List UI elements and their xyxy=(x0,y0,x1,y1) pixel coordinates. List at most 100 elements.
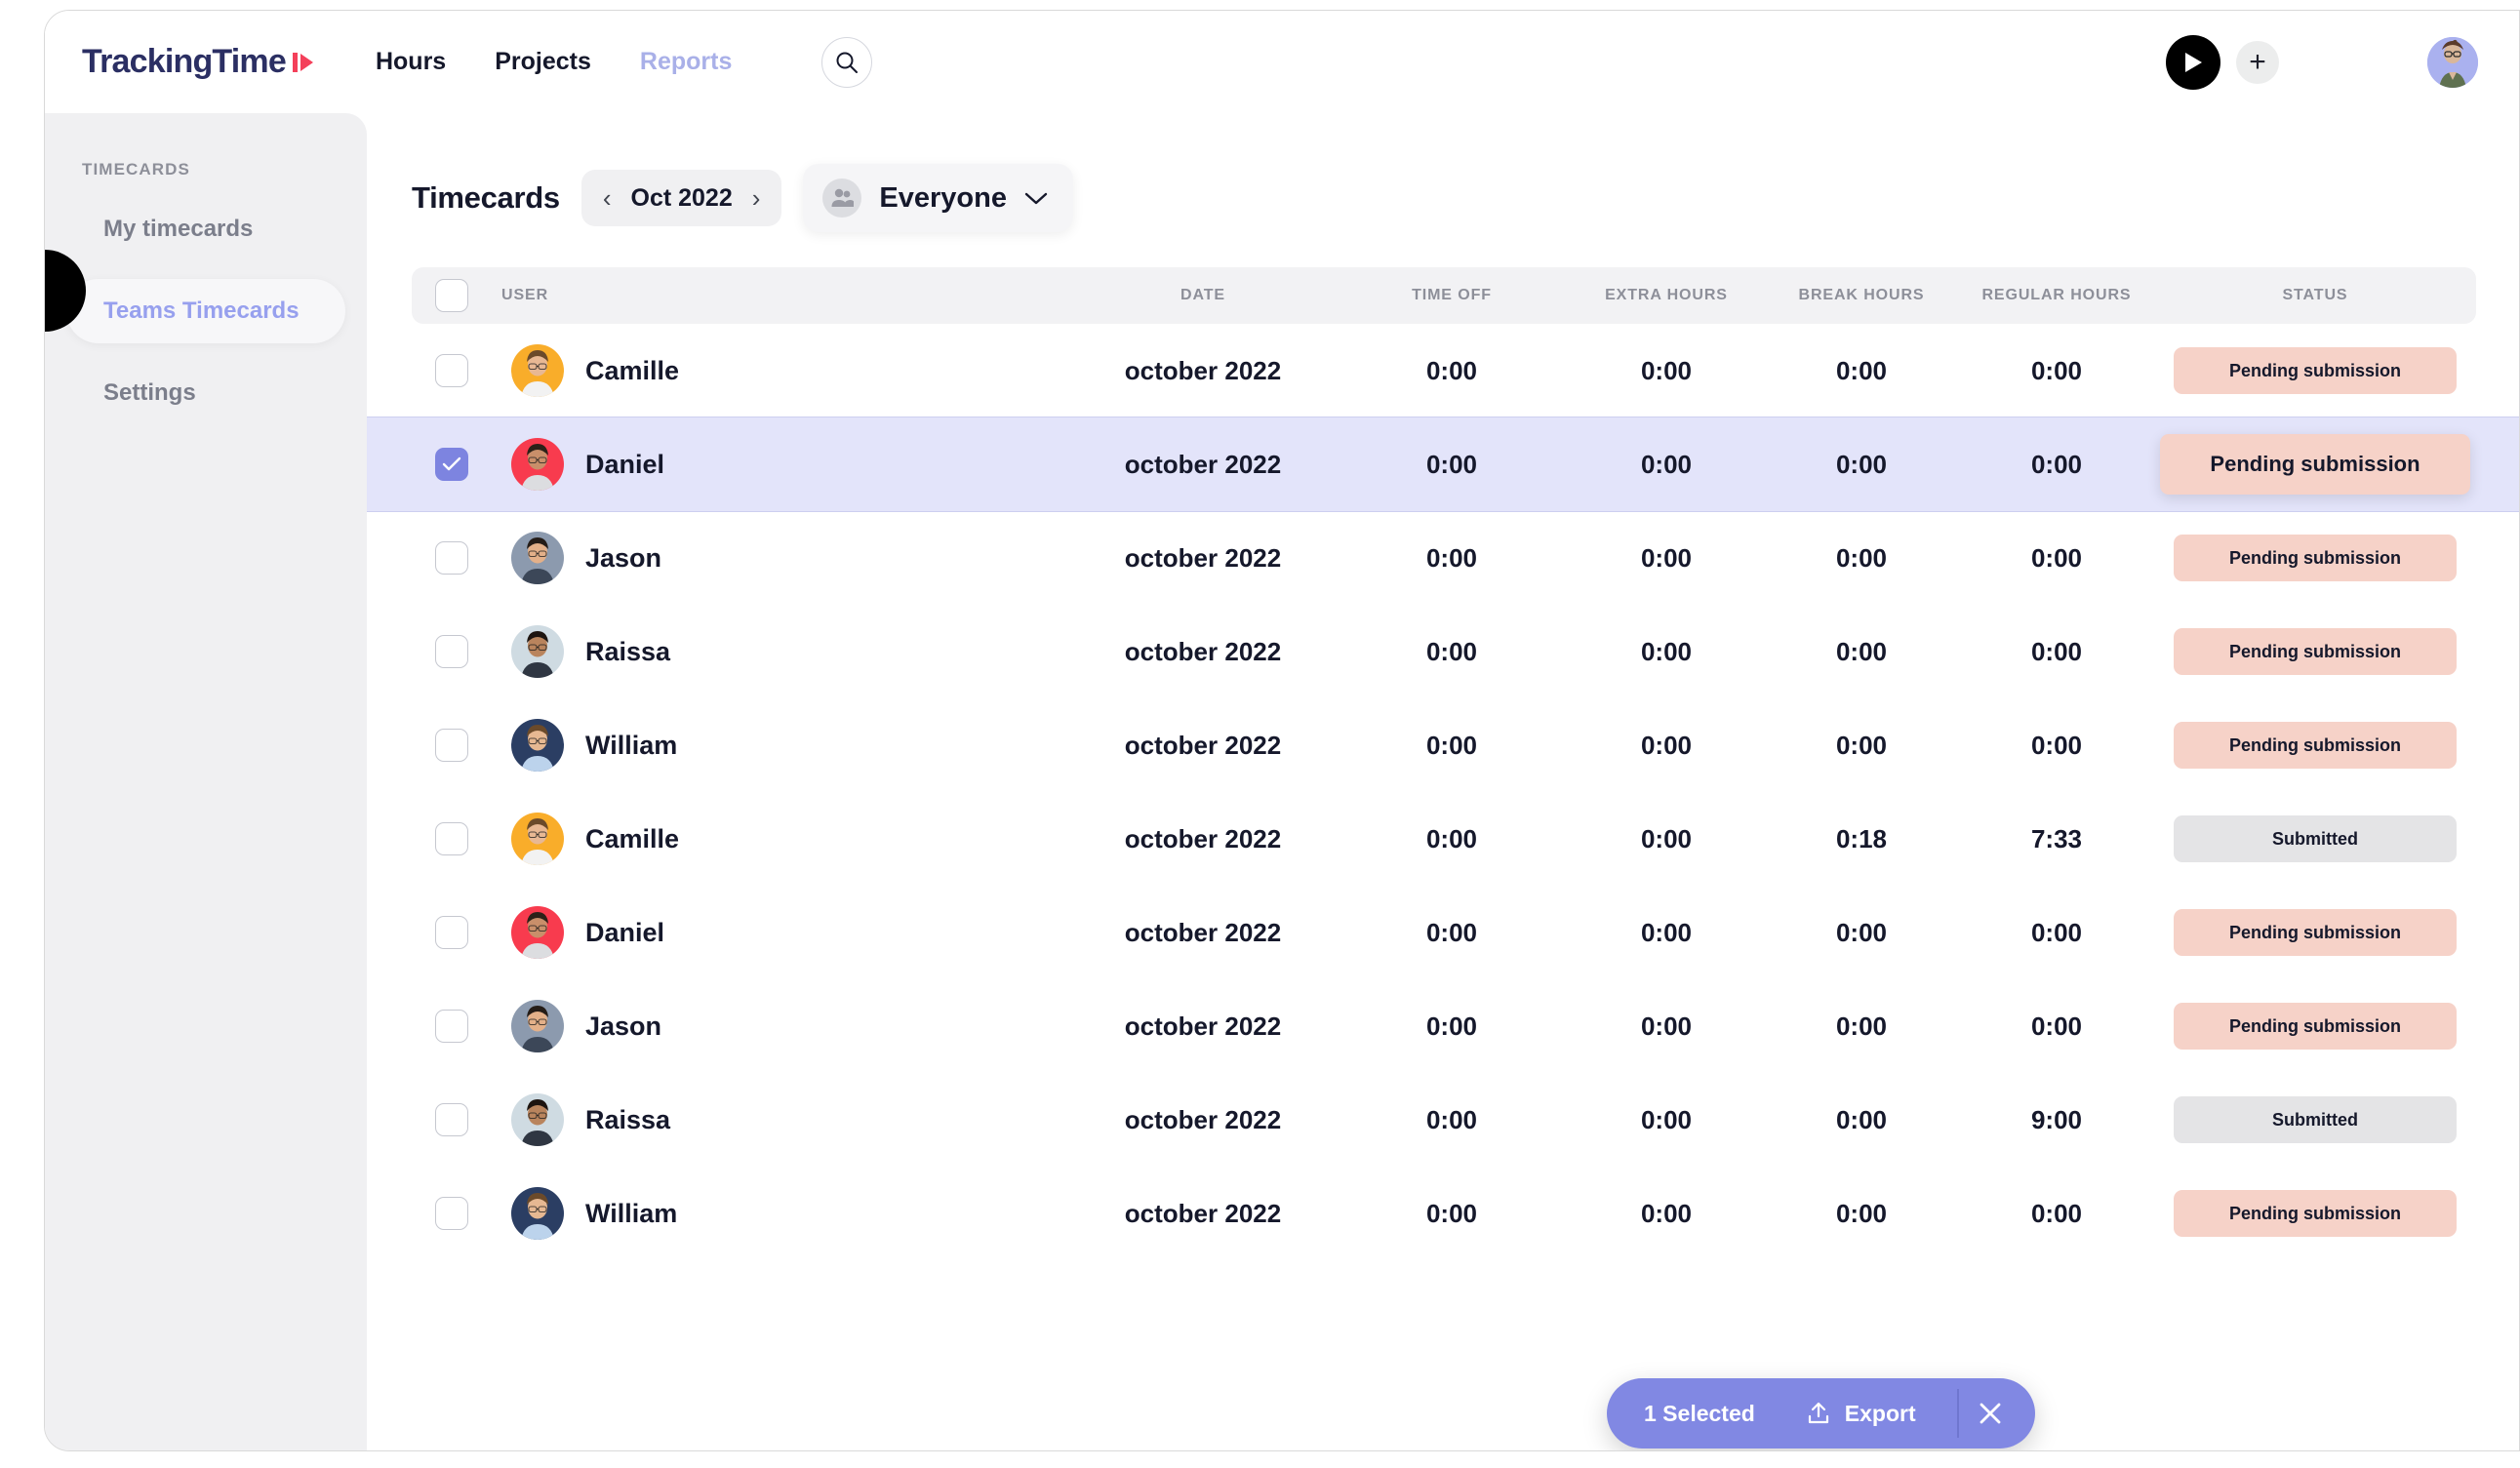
chevron-down-icon[interactable] xyxy=(1024,191,1048,205)
people-filter-dropdown[interactable]: Everyone xyxy=(803,164,1073,232)
status-cell: Pending submission xyxy=(2154,434,2476,495)
main-content: Timecards ‹ Oct 2022 › Everyone USER DAT… xyxy=(367,113,2519,1450)
brand-name: TrackingTime xyxy=(82,43,287,80)
status-badge[interactable]: Pending submission xyxy=(2174,535,2457,581)
table-row[interactable]: William october 2022 0:00 0:00 0:00 0:00… xyxy=(412,1167,2476,1260)
row-checkbox-cell xyxy=(412,729,492,762)
status-badge[interactable]: Pending submission xyxy=(2174,347,2457,394)
column-header-time-off[interactable]: TIME OFF xyxy=(1335,287,1569,304)
status-badge[interactable]: Submitted xyxy=(2174,1096,2457,1143)
break-hours-cell: 0:00 xyxy=(1835,355,1888,385)
break-hours-cell: 0:00 xyxy=(1835,1011,1888,1041)
break-hours-cell: 0:00 xyxy=(1835,542,1888,573)
table-row[interactable]: William october 2022 0:00 0:00 0:00 0:00… xyxy=(412,698,2476,792)
user-cell: Jason xyxy=(492,1000,1071,1052)
row-checkbox[interactable] xyxy=(435,729,468,762)
plus-icon[interactable]: + xyxy=(2236,40,2279,84)
chevron-right-icon[interactable]: › xyxy=(752,185,761,211)
status-badge[interactable]: Pending submission xyxy=(2174,909,2457,956)
time-off-cell: 0:00 xyxy=(1425,823,1478,853)
break-hours-cell: 0:00 xyxy=(1835,449,1888,479)
chevron-left-icon[interactable]: ‹ xyxy=(603,185,612,211)
row-checkbox[interactable] xyxy=(435,541,468,575)
table-row[interactable]: Daniel october 2022 0:00 0:00 0:00 0:00 … xyxy=(412,886,2476,979)
table-row[interactable]: Daniel october 2022 0:00 0:00 0:00 0:00 … xyxy=(367,417,2519,511)
user-cell: William xyxy=(492,1187,1071,1240)
table-row[interactable]: Camille october 2022 0:00 0:00 0:00 0:00… xyxy=(412,324,2476,417)
break-hours-cell: 0:18 xyxy=(1835,823,1888,853)
column-header-status[interactable]: STATUS xyxy=(2154,287,2476,304)
user-cell: Camille xyxy=(492,344,1071,397)
user-name: Raissa xyxy=(585,636,671,666)
table-row[interactable]: Jason october 2022 0:00 0:00 0:00 0:00 P… xyxy=(412,511,2476,605)
row-checkbox[interactable] xyxy=(435,448,468,481)
avatar xyxy=(511,1093,564,1146)
date-cell: october 2022 xyxy=(1124,730,1282,760)
sidebar-item-label: Settings xyxy=(103,379,196,406)
row-checkbox[interactable] xyxy=(435,916,468,949)
sidebar-item-my-timecards[interactable]: My timecards xyxy=(66,197,345,261)
upload-icon xyxy=(1806,1401,1831,1426)
column-header-regular-hours[interactable]: REGULAR HOURS xyxy=(1959,287,2154,304)
table-row[interactable]: Raissa october 2022 0:00 0:00 0:00 9:00 … xyxy=(412,1073,2476,1167)
status-badge[interactable]: Pending submission xyxy=(2174,628,2457,675)
column-header-extra-hours[interactable]: EXTRA HOURS xyxy=(1569,287,1764,304)
extra-hours-cell: 0:00 xyxy=(1640,355,1693,385)
table-row[interactable]: Camille october 2022 0:00 0:00 0:18 7:33… xyxy=(412,792,2476,886)
table-row[interactable]: Jason october 2022 0:00 0:00 0:00 0:00 P… xyxy=(412,979,2476,1073)
status-badge[interactable]: Pending submission xyxy=(2174,722,2457,769)
row-checkbox[interactable] xyxy=(435,1103,468,1136)
column-header-break-hours[interactable]: BREAK HOURS xyxy=(1764,287,1959,304)
row-checkbox-cell xyxy=(412,822,492,855)
row-checkbox[interactable] xyxy=(435,1197,468,1230)
close-icon[interactable] xyxy=(1959,1382,2021,1445)
user-cell: Raissa xyxy=(492,625,1071,678)
status-cell: Pending submission xyxy=(2154,909,2476,956)
search-icon[interactable] xyxy=(821,36,873,88)
column-header-user[interactable]: USER xyxy=(492,287,1071,304)
column-header-date[interactable]: DATE xyxy=(1071,287,1335,304)
sidebar-item-settings[interactable]: Settings xyxy=(66,361,345,425)
table-body: Camille october 2022 0:00 0:00 0:00 0:00… xyxy=(367,324,2519,1260)
nav-link-reports[interactable]: Reports xyxy=(640,48,732,76)
break-hours-cell: 0:00 xyxy=(1835,1198,1888,1228)
row-checkbox[interactable] xyxy=(435,1010,468,1043)
play-icon[interactable] xyxy=(2166,34,2220,90)
status-badge[interactable]: Submitted xyxy=(2174,815,2457,862)
row-checkbox[interactable] xyxy=(435,354,468,387)
status-badge[interactable]: Pending submission xyxy=(2160,434,2470,495)
nav-link-projects[interactable]: Projects xyxy=(495,48,591,76)
extra-hours-cell: 0:00 xyxy=(1640,917,1693,947)
avatar xyxy=(511,1000,564,1052)
time-off-cell: 0:00 xyxy=(1425,1104,1478,1134)
regular-hours-cell: 0:00 xyxy=(2030,917,2083,947)
break-hours-cell: 0:00 xyxy=(1835,1104,1888,1134)
status-badge[interactable]: Pending submission xyxy=(2174,1190,2457,1237)
export-button[interactable]: Export xyxy=(1806,1401,1916,1427)
row-checkbox[interactable] xyxy=(435,635,468,668)
status-badge[interactable]: Pending submission xyxy=(2174,1003,2457,1050)
status-cell: Pending submission xyxy=(2154,1190,2476,1237)
date-cell: october 2022 xyxy=(1124,355,1282,385)
user-cell: Daniel xyxy=(492,438,1071,491)
row-checkbox-cell xyxy=(412,916,492,949)
extra-hours-cell: 0:00 xyxy=(1640,449,1693,479)
user-cell: Daniel xyxy=(492,906,1071,959)
nav-link-hours[interactable]: Hours xyxy=(376,48,446,76)
brand-logo[interactable]: TrackingTime xyxy=(82,43,315,81)
table-row[interactable]: Raissa october 2022 0:00 0:00 0:00 0:00 … xyxy=(412,605,2476,698)
time-off-cell: 0:00 xyxy=(1425,917,1478,947)
avatar[interactable] xyxy=(2427,36,2478,88)
date-cell: october 2022 xyxy=(1124,636,1282,666)
break-hours-cell: 0:00 xyxy=(1835,917,1888,947)
sidebar-item-teams-timecards[interactable]: Teams Timecards xyxy=(66,279,345,343)
break-hours-cell: 0:00 xyxy=(1835,730,1888,760)
row-checkbox-cell xyxy=(412,541,492,575)
avatar xyxy=(511,719,564,772)
break-hours-cell: 0:00 xyxy=(1835,636,1888,666)
user-name: Raissa xyxy=(585,1104,671,1134)
row-checkbox[interactable] xyxy=(435,822,468,855)
date-range-pager[interactable]: ‹ Oct 2022 › xyxy=(580,170,782,226)
user-name: Daniel xyxy=(585,449,665,479)
select-all-checkbox[interactable] xyxy=(435,279,468,312)
